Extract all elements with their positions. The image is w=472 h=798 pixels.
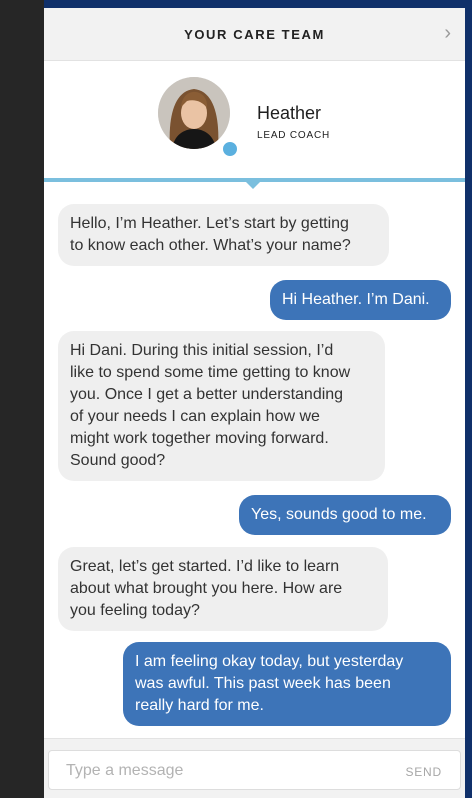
message-bubble-outgoing: Yes, sounds good to me. [239, 495, 451, 535]
message-bubble-outgoing: I am feeling okay today, but yesterday w… [123, 642, 451, 726]
divider-pointer [246, 182, 260, 189]
message-bubble-incoming: Hello, I’m Heather. Let’s start by getti… [58, 204, 389, 266]
message-composer: Type a message SEND [44, 738, 465, 798]
send-button[interactable]: SEND [405, 765, 442, 779]
chevron-right-icon[interactable]: › [444, 23, 451, 43]
device-bezel [0, 0, 44, 798]
message-input[interactable]: Type a message SEND [48, 750, 461, 790]
coach-role: LEAD COACH [257, 130, 331, 141]
care-team-header[interactable]: YOUR CARE TEAM › [44, 8, 465, 61]
message-bubble-outgoing: Hi Heather. I’m Dani. [270, 280, 451, 320]
coach-name: Heather [257, 103, 322, 123]
message-input-placeholder: Type a message [66, 762, 184, 779]
chat-screen: YOUR CARE TEAM › Heather LEAD COACH Hell… [44, 8, 465, 798]
background-strip [465, 0, 472, 798]
message-bubble-incoming: Hi Dani. During this initial session, I’… [58, 331, 385, 481]
header-title: YOUR CARE TEAM [184, 26, 325, 42]
coach-profile[interactable]: Heather LEAD COACH [44, 60, 465, 180]
message-bubble-incoming: Great, let’s get started. I’d like to le… [58, 547, 388, 631]
avatar [158, 77, 230, 149]
coach-photo [158, 77, 230, 149]
online-status-icon [221, 140, 239, 158]
